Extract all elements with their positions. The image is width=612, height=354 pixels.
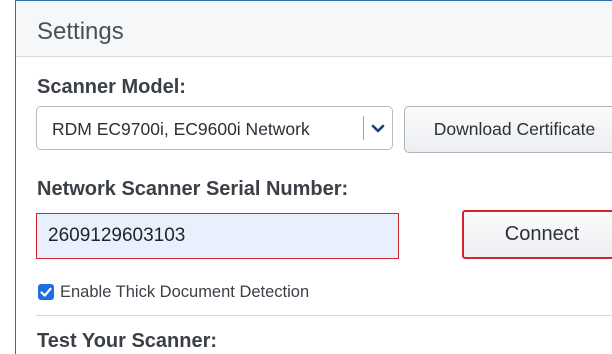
settings-panel: Settings Scanner Model: RDM EC9700i, EC9… bbox=[15, 0, 612, 354]
select-divider bbox=[363, 116, 364, 140]
serial-number-label: Network Scanner Serial Number: bbox=[37, 178, 349, 200]
connect-button[interactable]: Connect bbox=[462, 210, 612, 259]
section-divider bbox=[36, 315, 612, 316]
serial-number-input[interactable]: 2609129603103 bbox=[36, 213, 399, 259]
scanner-model-value: RDM EC9700i, EC9600i Network bbox=[52, 119, 310, 139]
panel-title: Settings bbox=[37, 18, 124, 45]
panel-header: Settings bbox=[16, 1, 612, 57]
download-certificate-button[interactable]: Download Certificate bbox=[404, 106, 612, 153]
chevron-down-icon[interactable] bbox=[369, 118, 387, 138]
scanner-model-label: Scanner Model: bbox=[37, 76, 186, 98]
thick-detection-checkbox[interactable] bbox=[38, 284, 54, 300]
checkmark-icon bbox=[40, 287, 52, 297]
test-scanner-label: Test Your Scanner: bbox=[37, 330, 218, 352]
thick-detection-label[interactable]: Enable Thick Document Detection bbox=[60, 282, 309, 302]
scanner-model-select[interactable]: RDM EC9700i, EC9600i Network bbox=[36, 106, 393, 150]
